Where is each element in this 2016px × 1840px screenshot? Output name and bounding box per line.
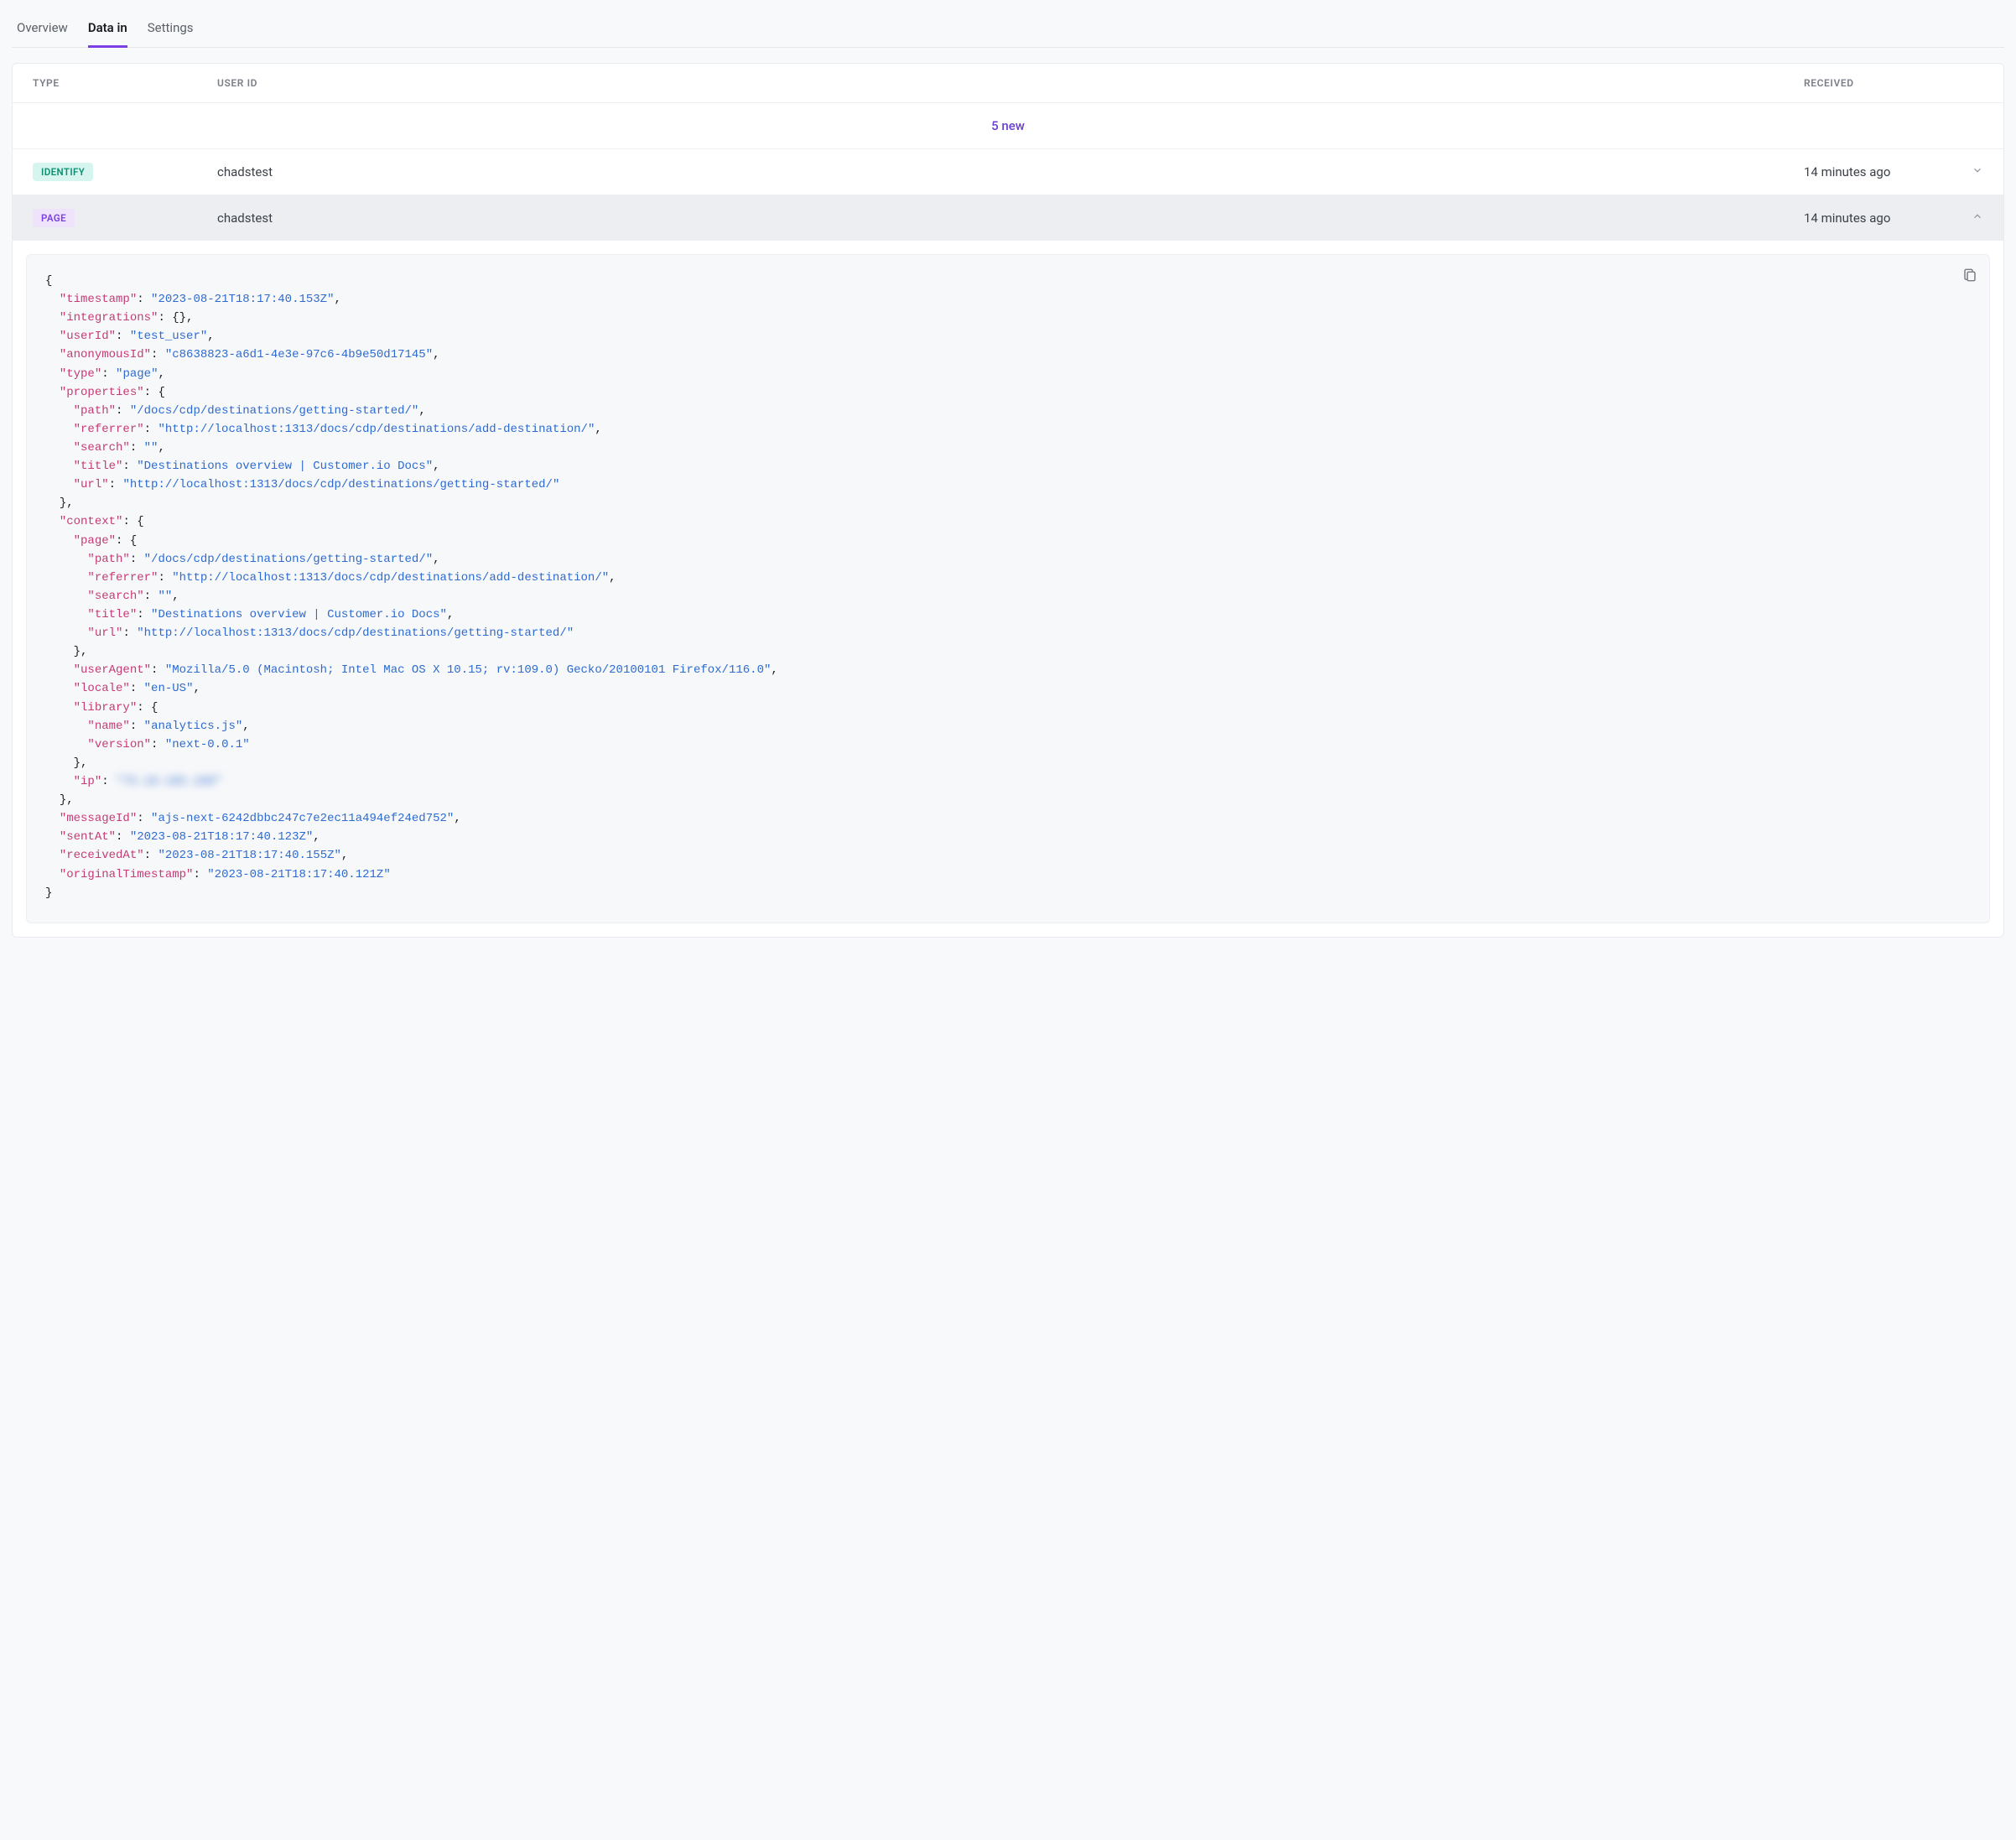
new-events-banner[interactable]: 5 new	[13, 103, 2003, 149]
user-id-cell: chadstest	[217, 164, 1804, 179]
events-panel: TYPE USER ID RECEIVED 5 new IDENTIFY cha…	[12, 63, 2004, 938]
tab-settings[interactable]: Settings	[148, 12, 194, 47]
tab-overview[interactable]: Overview	[17, 12, 68, 47]
table-row[interactable]: IDENTIFY chadstest 14 minutes ago	[13, 149, 2003, 195]
user-id-cell: chadstest	[217, 211, 1804, 226]
received-cell: 14 minutes ago	[1804, 164, 1963, 179]
payload-panel: { "timestamp": "2023-08-21T18:17:40.153Z…	[26, 254, 1990, 923]
col-header-type: TYPE	[33, 77, 217, 89]
received-cell: 14 minutes ago	[1804, 211, 1963, 226]
tab-data-in[interactable]: Data in	[88, 12, 127, 48]
tabs: Overview Data in Settings	[12, 12, 2004, 48]
col-header-user: USER ID	[217, 77, 1804, 89]
payload-json: { "timestamp": "2023-08-21T18:17:40.153Z…	[45, 272, 1971, 902]
table-header: TYPE USER ID RECEIVED	[13, 64, 2003, 103]
table-row[interactable]: PAGE chadstest 14 minutes ago	[13, 195, 2003, 241]
chevron-down-icon	[1963, 164, 1983, 176]
col-header-received: RECEIVED	[1804, 77, 1963, 89]
event-type-badge: PAGE	[33, 209, 75, 227]
event-type-badge: IDENTIFY	[33, 163, 93, 181]
copy-icon[interactable]	[1962, 267, 1977, 283]
chevron-up-icon	[1963, 211, 1983, 222]
